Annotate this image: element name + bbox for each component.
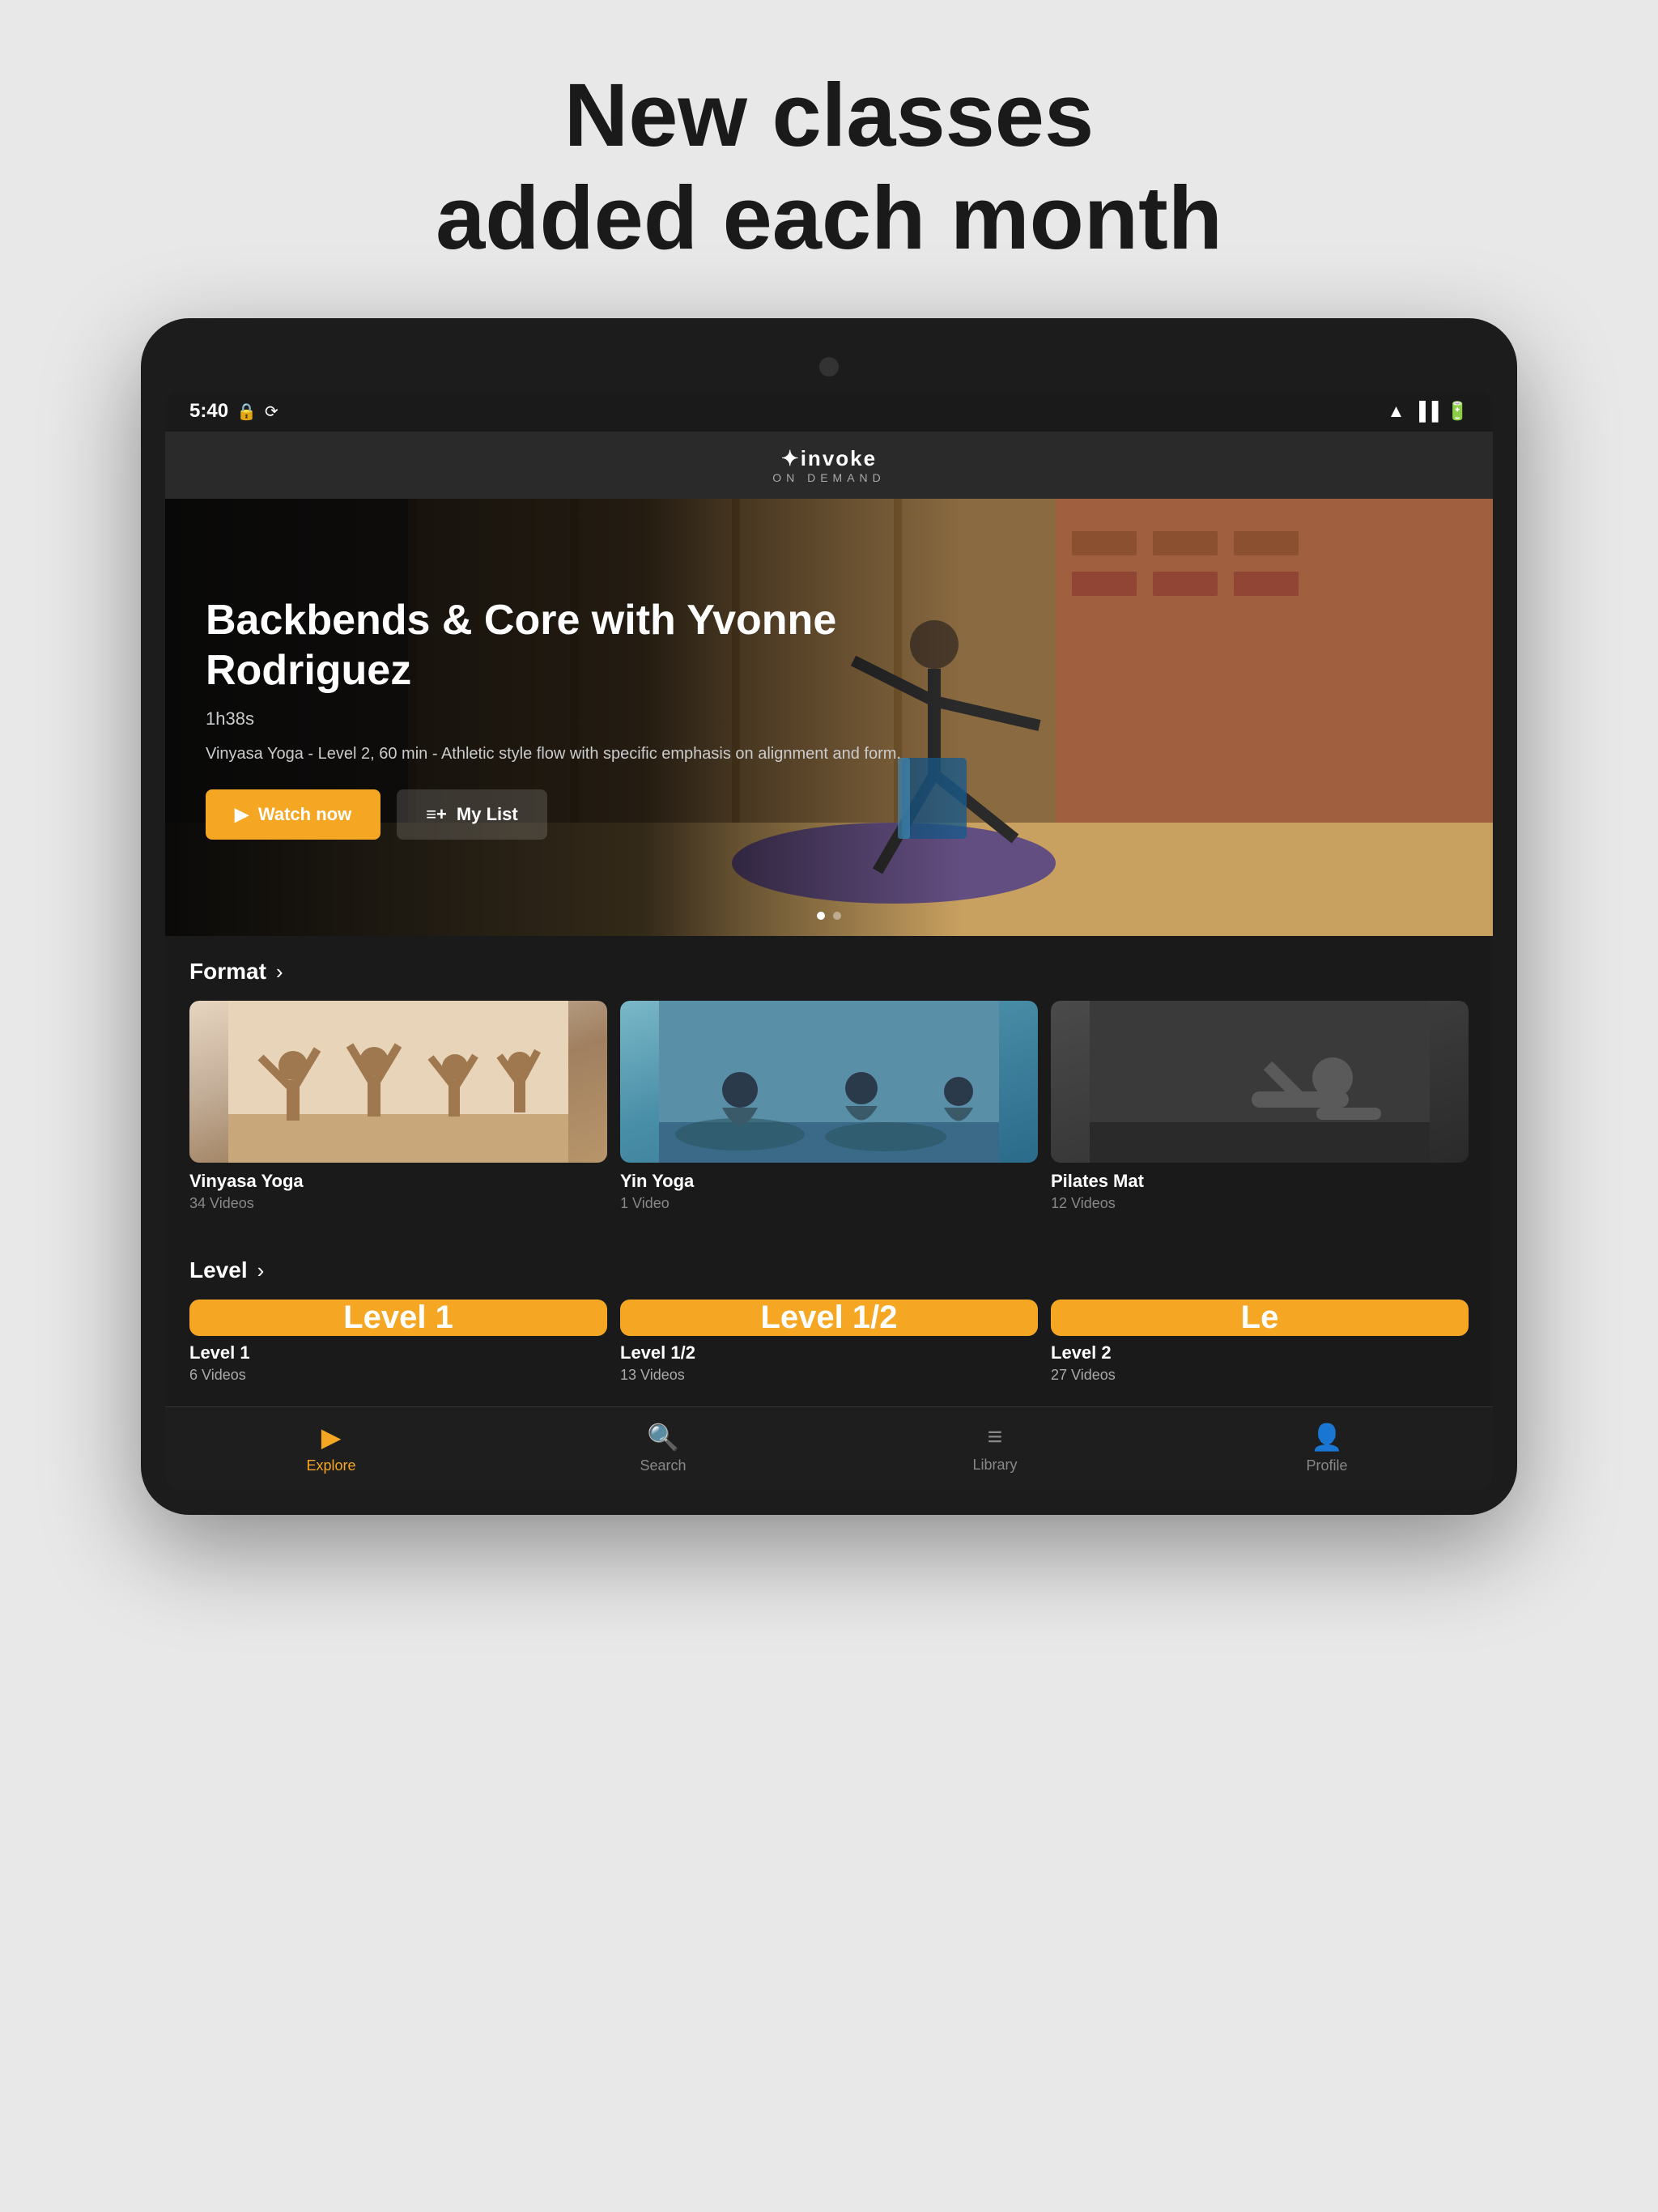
device: 5:40 🔒 ⟳ ▲ ▐▐ 🔋 ✦invoke ON DEMAND [141, 318, 1517, 1515]
app-logo-sub: ON DEMAND [772, 471, 886, 484]
level-section-header[interactable]: Level › [189, 1235, 1469, 1300]
device-screen: 5:40 🔒 ⟳ ▲ ▐▐ 🔋 ✦invoke ON DEMAND [165, 391, 1493, 1491]
add-list-icon: ≡+ [426, 804, 447, 825]
hero-title: Backbends & Core with Yvonne Rodriguez [206, 595, 921, 696]
level1-card[interactable]: Level 1 [189, 1300, 607, 1336]
vinyasa-card-count: 34 Videos [189, 1195, 607, 1212]
pilates-card-label: Pilates Mat [1051, 1171, 1469, 1192]
pilates-card-count: 12 Videos [1051, 1195, 1469, 1212]
dot-2[interactable] [833, 912, 841, 920]
level2-col: Le Level 2 27 Videos [1051, 1300, 1469, 1384]
format-section-arrow: › [276, 959, 283, 985]
search-icon: 🔍 [647, 1422, 679, 1453]
pilates-svg [1051, 1001, 1469, 1163]
search-label: Search [640, 1457, 686, 1474]
level1-sublabel: 6 Videos [189, 1367, 607, 1384]
watch-now-button[interactable]: ▶ Watch now [206, 789, 380, 840]
level2-label: Level 2 [1051, 1342, 1469, 1363]
hero-dots [817, 912, 841, 920]
hero-section: Backbends & Core with Yvonne Rodriguez 1… [165, 499, 1493, 936]
device-camera [819, 357, 839, 376]
hero-content: Backbends & Core with Yvonne Rodriguez 1… [165, 499, 962, 936]
yin-card-image [620, 1001, 1038, 1163]
level-section-arrow: › [257, 1258, 265, 1283]
explore-icon: ▶ [321, 1422, 342, 1453]
app-logo: ✦invoke ON DEMAND [772, 446, 886, 484]
level1-col: Level 1 Level 1 6 Videos [189, 1300, 607, 1384]
level12-col: Level 1/2 Level 1/2 13 Videos [620, 1300, 1038, 1384]
library-icon: ≡ [988, 1422, 1003, 1452]
status-icons: ▲ ▐▐ 🔋 [1388, 401, 1469, 422]
level-section-title: Level [189, 1257, 248, 1283]
nav-library[interactable]: ≡ Library [946, 1422, 1044, 1474]
level1-label: Level 1 [189, 1342, 607, 1363]
battery-icon: 🔋 [1447, 401, 1469, 422]
profile-icon: 👤 [1311, 1422, 1343, 1453]
status-bar: 5:40 🔒 ⟳ ▲ ▐▐ 🔋 [165, 391, 1493, 432]
signal-icon: ▐▐ [1413, 401, 1438, 422]
format-cards-row: Vinyasa Yoga 34 Videos [189, 1001, 1469, 1235]
yin-svg [620, 1001, 1038, 1163]
level-cards-row: Level 1 Level 1 6 Videos Level 1/2 Level… [189, 1300, 1469, 1406]
status-time: 5:40 [189, 400, 228, 423]
level12-sublabel: 13 Videos [620, 1367, 1038, 1384]
app-header: ✦invoke ON DEMAND [165, 432, 1493, 499]
vinyasa-yoga-card[interactable]: Vinyasa Yoga 34 Videos [189, 1001, 607, 1212]
hero-duration: 1h38s [206, 708, 921, 730]
pilates-card-image [1051, 1001, 1469, 1163]
profile-label: Profile [1306, 1457, 1347, 1474]
library-label: Library [972, 1457, 1017, 1474]
format-section-title: Format [189, 959, 266, 985]
nav-explore[interactable]: ▶ Explore [283, 1422, 380, 1474]
hero-buttons: ▶ Watch now ≡+ My List [206, 789, 921, 840]
explore-label: Explore [306, 1457, 355, 1474]
level2-card-text: Le [1241, 1300, 1279, 1336]
bottom-nav: ▶ Explore 🔍 Search ≡ Library 👤 Profile [165, 1406, 1493, 1491]
vinyasa-svg [189, 1001, 607, 1163]
level1-card-text: Level 1 [343, 1300, 453, 1336]
nav-search[interactable]: 🔍 Search [614, 1422, 712, 1474]
watch-label: Watch now [258, 804, 351, 825]
my-list-button[interactable]: ≡+ My List [397, 789, 546, 840]
hero-description: Vinyasa Yoga - Level 2, 60 min - Athleti… [206, 742, 921, 765]
sync-icon: ⟳ [265, 402, 278, 422]
device-top-bar [165, 342, 1493, 391]
lock-icon: 🔒 [236, 402, 257, 422]
level2-sublabel: 27 Videos [1051, 1367, 1469, 1384]
yin-card-label: Yin Yoga [620, 1171, 1038, 1192]
level12-card-text: Level 1/2 [760, 1300, 897, 1336]
level12-card[interactable]: Level 1/2 [620, 1300, 1038, 1336]
pilates-card[interactable]: Pilates Mat 12 Videos [1051, 1001, 1469, 1212]
format-section-header[interactable]: Format › [189, 936, 1469, 1001]
vinyasa-card-label: Vinyasa Yoga [189, 1171, 607, 1192]
play-icon: ▶ [235, 804, 249, 825]
format-section: Format › [165, 936, 1493, 1406]
level2-card[interactable]: Le [1051, 1300, 1469, 1336]
vinyasa-card-image [189, 1001, 607, 1163]
level12-label: Level 1/2 [620, 1342, 1038, 1363]
status-left: 5:40 🔒 ⟳ [189, 400, 278, 423]
nav-profile[interactable]: 👤 Profile [1278, 1422, 1375, 1474]
mylist-label: My List [457, 804, 518, 825]
page-title: New classes added each month [436, 65, 1222, 270]
wifi-icon: ▲ [1388, 401, 1405, 422]
app-logo-text: ✦invoke [772, 446, 886, 471]
yin-yoga-card[interactable]: Yin Yoga 1 Video [620, 1001, 1038, 1212]
dot-1[interactable] [817, 912, 825, 920]
yin-card-count: 1 Video [620, 1195, 1038, 1212]
page-header: New classes added each month [436, 0, 1222, 318]
